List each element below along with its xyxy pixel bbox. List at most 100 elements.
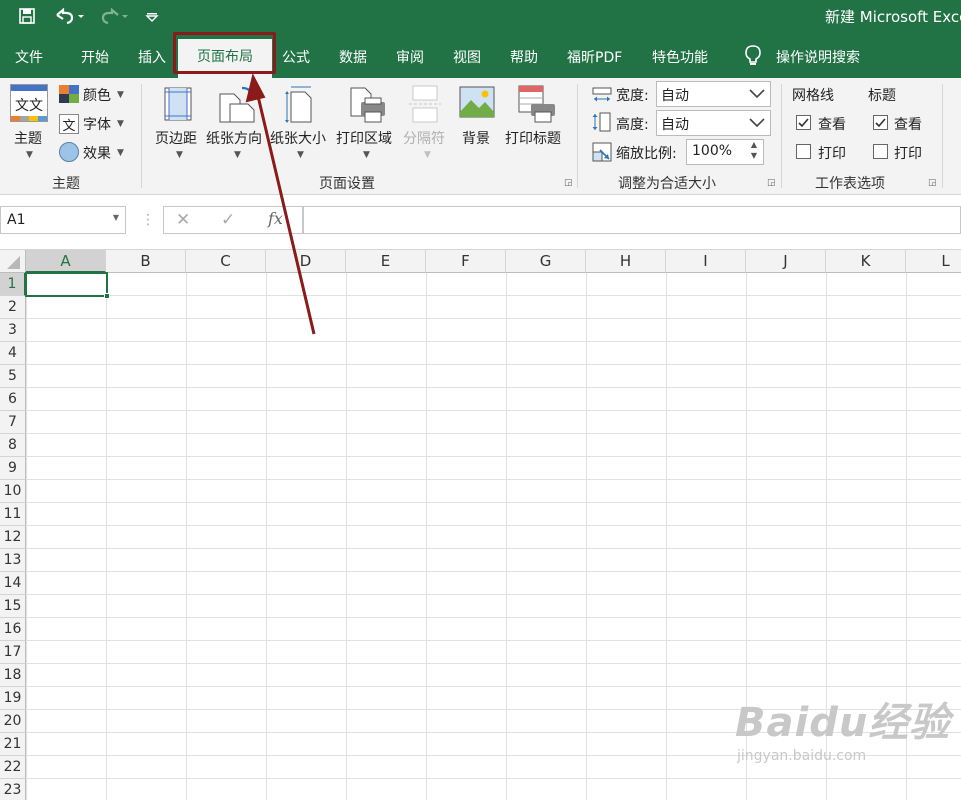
chevron-down-icon[interactable] xyxy=(748,84,766,102)
cancel-icon[interactable]: ✕ xyxy=(176,210,190,230)
fonts-icon[interactable]: 文 xyxy=(59,114,79,134)
redo-icon[interactable] xyxy=(98,7,132,27)
print-area-button[interactable]: 打印区域 xyxy=(336,128,392,148)
size-icon[interactable] xyxy=(285,84,319,128)
lightbulb-icon[interactable] xyxy=(744,44,762,70)
column-header-b[interactable]: B xyxy=(106,250,186,273)
row-header-2[interactable]: 2 xyxy=(0,296,26,319)
chevron-down-icon[interactable]: ▼ xyxy=(117,148,124,158)
width-combobox[interactable]: 自动 xyxy=(656,81,771,107)
column-header-d[interactable]: D xyxy=(266,250,346,273)
background-button[interactable]: 背景 xyxy=(462,128,490,148)
orientation-button[interactable]: 纸张方向 xyxy=(206,128,262,148)
tab-view[interactable]: 视图 xyxy=(453,47,481,67)
column-header-j[interactable]: J xyxy=(746,250,826,273)
tab-foxit-pdf[interactable]: 福昕PDF xyxy=(567,47,622,67)
column-header-i[interactable]: I xyxy=(666,250,746,273)
column-header-h[interactable]: H xyxy=(586,250,666,273)
select-all-button[interactable] xyxy=(0,250,26,273)
tab-formulas[interactable]: 公式 xyxy=(282,47,310,67)
row-header-19[interactable]: 19 xyxy=(0,687,26,710)
colors-icon[interactable] xyxy=(59,85,79,103)
background-icon[interactable] xyxy=(459,86,495,122)
headings-print-checkbox[interactable] xyxy=(873,144,888,159)
row-header-23[interactable]: 23 xyxy=(0,779,26,800)
fill-handle[interactable] xyxy=(104,293,110,299)
name-box[interactable]: A1 ▼ xyxy=(0,206,126,234)
fonts-button[interactable]: 字体 xyxy=(83,114,111,134)
row-header-13[interactable]: 13 xyxy=(0,549,26,572)
gridlines-print-checkbox[interactable] xyxy=(796,144,811,159)
row-header-18[interactable]: 18 xyxy=(0,664,26,687)
save-icon[interactable] xyxy=(18,7,36,27)
formula-input[interactable] xyxy=(303,206,961,234)
row-header-4[interactable]: 4 xyxy=(0,342,26,365)
column-header-e[interactable]: E xyxy=(346,250,426,273)
undo-icon[interactable] xyxy=(54,7,88,27)
chevron-down-icon[interactable]: ▼ xyxy=(297,150,304,160)
row-header-14[interactable]: 14 xyxy=(0,572,26,595)
print-titles-icon[interactable] xyxy=(517,84,557,128)
row-header-3[interactable]: 3 xyxy=(0,319,26,342)
row-header-21[interactable]: 21 xyxy=(0,733,26,756)
tell-me-search[interactable]: 操作说明搜索 xyxy=(776,47,860,67)
row-header-20[interactable]: 20 xyxy=(0,710,26,733)
chevron-down-icon[interactable]: ▼ xyxy=(26,150,33,160)
chevron-down-icon[interactable] xyxy=(748,113,766,131)
size-button[interactable]: 纸张大小 xyxy=(270,128,326,148)
chevron-down-icon[interactable]: ▼ xyxy=(234,150,241,160)
colors-button[interactable]: 颜色 xyxy=(83,85,111,105)
row-header-7[interactable]: 7 xyxy=(0,411,26,434)
tab-insert[interactable]: 插入 xyxy=(138,47,166,67)
column-header-f[interactable]: F xyxy=(426,250,506,273)
gridlines-view-checkbox[interactable] xyxy=(796,115,811,130)
row-header-11[interactable]: 11 xyxy=(0,503,26,526)
scale-spinner[interactable]: 100% ▲ ▼ xyxy=(686,139,764,165)
row-header-17[interactable]: 17 xyxy=(0,641,26,664)
row-header-10[interactable]: 10 xyxy=(0,480,26,503)
print-titles-button[interactable]: 打印标题 xyxy=(505,128,561,148)
effects-button[interactable]: 效果 xyxy=(83,143,111,163)
chevron-down-icon[interactable]: ▼ xyxy=(113,213,119,222)
active-cell[interactable] xyxy=(25,272,108,297)
column-header-l[interactable]: L xyxy=(906,250,961,273)
row-header-8[interactable]: 8 xyxy=(0,434,26,457)
tab-file[interactable]: 文件 xyxy=(15,47,43,67)
row-header-5[interactable]: 5 xyxy=(0,365,26,388)
tab-special-features[interactable]: 特色功能 xyxy=(652,47,708,67)
row-header-16[interactable]: 16 xyxy=(0,618,26,641)
height-combobox[interactable]: 自动 xyxy=(656,110,771,136)
row-header-9[interactable]: 9 xyxy=(0,457,26,480)
spin-down-icon[interactable]: ▼ xyxy=(751,151,757,160)
row-header-12[interactable]: 12 xyxy=(0,526,26,549)
dialog-launcher-icon[interactable]: ◲ xyxy=(564,178,573,188)
row-header-1[interactable]: 1 xyxy=(0,273,26,296)
row-header-22[interactable]: 22 xyxy=(0,756,26,779)
column-header-a[interactable]: A xyxy=(26,250,106,273)
tab-data[interactable]: 数据 xyxy=(339,47,367,67)
column-header-g[interactable]: G xyxy=(506,250,586,273)
tab-help[interactable]: 帮助 xyxy=(510,47,538,67)
headings-view-checkbox[interactable] xyxy=(873,115,888,130)
themes-icon[interactable]: 文文 xyxy=(10,84,48,122)
themes-button[interactable]: 主题 xyxy=(14,128,42,148)
insert-function-button[interactable]: fx xyxy=(268,209,283,228)
tab-review[interactable]: 审阅 xyxy=(396,47,424,67)
row-header-6[interactable]: 6 xyxy=(0,388,26,411)
spin-up-icon[interactable]: ▲ xyxy=(751,140,757,149)
column-header-k[interactable]: K xyxy=(826,250,906,273)
column-header-c[interactable]: C xyxy=(186,250,266,273)
orientation-icon[interactable] xyxy=(218,84,258,128)
row-header-15[interactable]: 15 xyxy=(0,595,26,618)
dialog-launcher-icon[interactable]: ◲ xyxy=(767,178,776,188)
tab-home[interactable]: 开始 xyxy=(81,47,109,67)
drag-handle-icon[interactable]: ⋮ xyxy=(141,212,155,228)
effects-icon[interactable] xyxy=(59,142,79,162)
margins-button[interactable]: 页边距 xyxy=(155,128,197,148)
chevron-down-icon[interactable]: ▼ xyxy=(117,119,124,129)
margins-icon[interactable] xyxy=(163,86,193,126)
chevron-down-icon[interactable]: ▼ xyxy=(176,150,183,160)
customize-toolbar-icon[interactable] xyxy=(145,7,159,27)
enter-icon[interactable]: ✓ xyxy=(221,210,235,230)
print-area-icon[interactable] xyxy=(347,84,387,128)
